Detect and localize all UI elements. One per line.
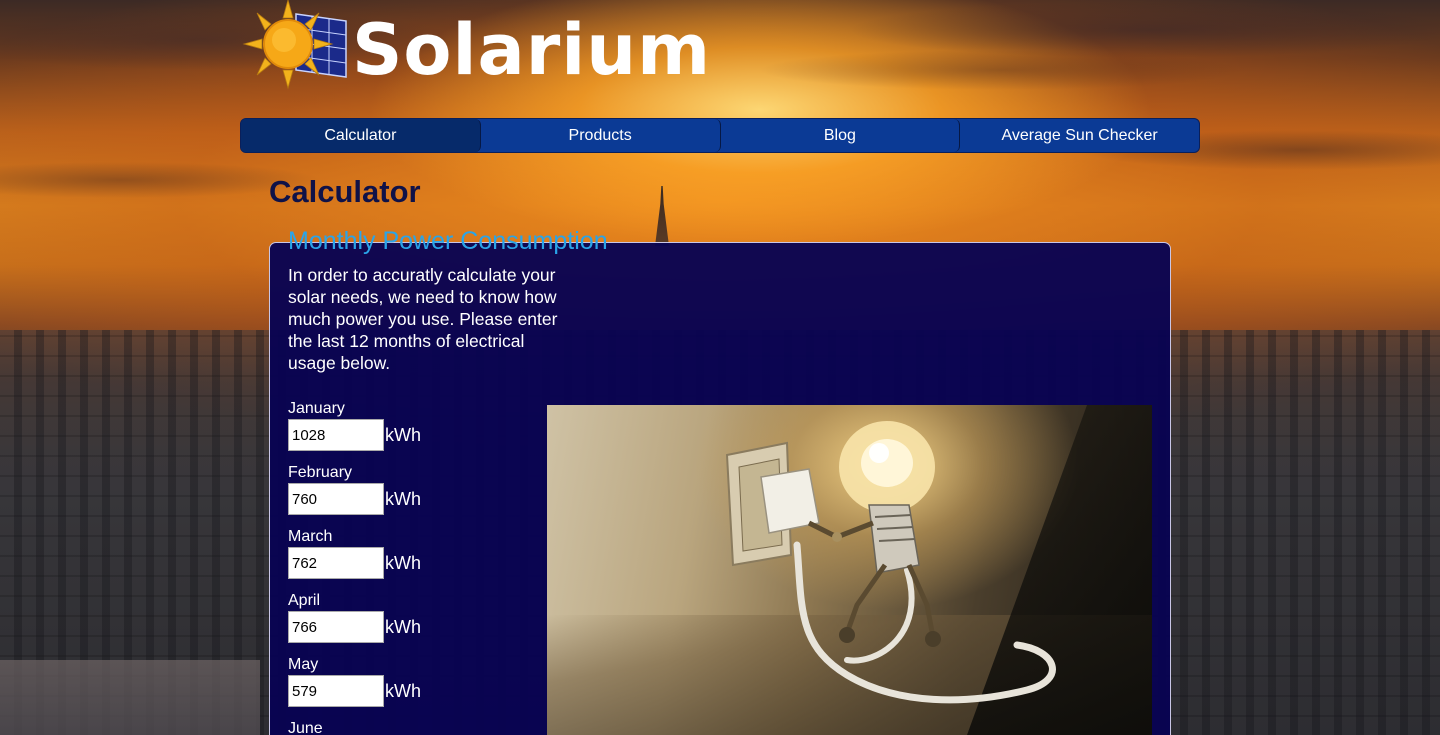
panel-legend: Monthly Power Consumption <box>288 227 608 255</box>
nav-item-average-sun-checker[interactable]: Average Sun Checker <box>960 119 1199 152</box>
april-input[interactable] <box>288 611 384 643</box>
nav-item-blog[interactable]: Blog <box>720 119 961 152</box>
month-label: April <box>288 592 321 609</box>
logo-text: Solarium <box>352 9 712 91</box>
january-input[interactable] <box>288 419 384 451</box>
nav-item-products[interactable]: Products <box>480 119 721 152</box>
march-input[interactable] <box>288 547 384 579</box>
nav-item-calculator[interactable]: Calculator <box>241 119 481 152</box>
month-label: January <box>288 400 345 417</box>
month-label: June <box>288 720 323 735</box>
unit-label: kWh <box>385 488 421 509</box>
unit-label: kWh <box>385 680 421 701</box>
month-label: May <box>288 656 319 673</box>
february-input[interactable] <box>288 483 384 515</box>
intro-text: In order to accuratly calculate your sol… <box>288 265 558 373</box>
unit-label: kWh <box>385 552 421 573</box>
main-nav: Calculator Products Blog Average Sun Che… <box>240 118 1200 153</box>
month-label: March <box>288 528 333 545</box>
month-label: February <box>288 464 353 481</box>
background-water <box>0 660 260 735</box>
sun-solar-panel-icon <box>240 0 350 92</box>
unit-label: kWh <box>385 616 421 637</box>
page-title: Calculator <box>269 174 421 209</box>
unit-label: kWh <box>385 424 421 445</box>
site-logo[interactable]: Solarium <box>240 0 710 92</box>
may-input[interactable] <box>288 675 384 707</box>
lightbulb-robot-image <box>547 405 1152 735</box>
